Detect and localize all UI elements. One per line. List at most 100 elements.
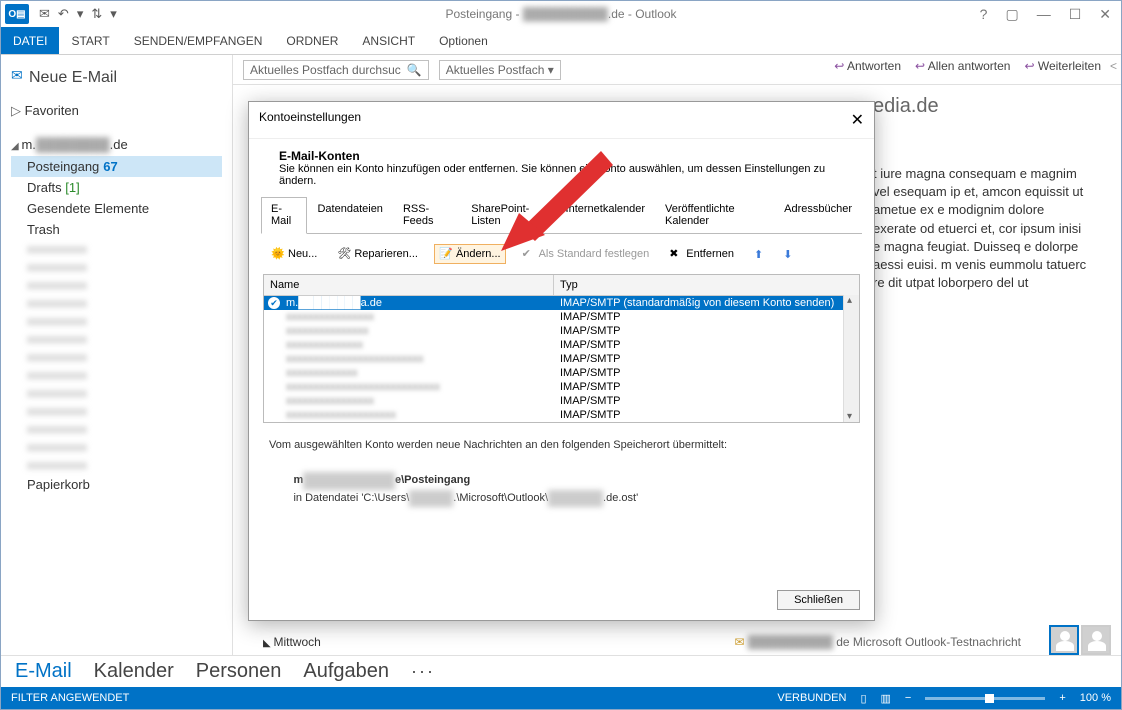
folder-redacted[interactable]: xxxxxxxxxx (11, 366, 222, 384)
favorites-group[interactable]: Favoriten (11, 99, 222, 123)
accounts-grid: Name Typ m.████████a.deIMAP/SMTP (standa… (263, 274, 860, 423)
tab-send-receive[interactable]: SENDEN/EMPFANGEN (122, 27, 275, 54)
folder-redacted[interactable]: xxxxxxxxxx (11, 330, 222, 348)
folder-inbox[interactable]: Posteingang67 (11, 156, 222, 177)
nav-people[interactable]: Personen (196, 660, 282, 683)
dialog-info-text: Vom ausgewählten Konto werden neue Nachr… (249, 423, 874, 521)
folder-pane: < Neue E-Mail Favoriten m.████████.de Po… (1, 55, 233, 655)
folder-trash[interactable]: Trash (11, 219, 222, 240)
search-icon[interactable]: 🔍 (407, 63, 422, 77)
account-row[interactable]: xxxxxxxxxxxxxxIMAP/SMTP (264, 338, 859, 352)
dialog-heading: E-Mail-Konten (279, 149, 360, 163)
tab-start[interactable]: START (59, 27, 121, 54)
qat-customize-icon[interactable]: ▾ (110, 6, 117, 22)
set-default-button[interactable]: ✔Als Standard festlegen (518, 245, 654, 263)
folder-redacted[interactable]: xxxxxxxxxx (11, 348, 222, 366)
tab-view[interactable]: ANSICHT (350, 27, 427, 54)
close-window-icon[interactable]: ✕ (1099, 6, 1111, 23)
ribbon-tabs: DATEI START SENDEN/EMPFANGEN ORDNER ANSI… (1, 27, 1121, 55)
help-icon[interactable]: ? (980, 6, 988, 23)
view-normal-icon[interactable]: ▯ (860, 692, 866, 705)
folder-recycle-bin[interactable]: Papierkorb (11, 474, 222, 495)
folder-redacted[interactable]: xxxxxxxxxx (11, 402, 222, 420)
tab-email[interactable]: E-Mail (261, 197, 307, 234)
view-reading-icon[interactable]: ▥ (881, 692, 891, 705)
reply-all-button[interactable]: Allen antworten (915, 59, 1010, 73)
window-controls: ? ▢ — ☐ ✕ (980, 6, 1121, 23)
folder-redacted[interactable]: xxxxxxxxxx (11, 294, 222, 312)
nav-mail[interactable]: E-Mail (15, 660, 72, 683)
nav-more-icon[interactable]: ··· (411, 661, 435, 682)
maximize-icon[interactable]: ☐ (1069, 6, 1082, 23)
folder-redacted[interactable]: xxxxxxxxxx (11, 312, 222, 330)
nav-tasks[interactable]: Aufgaben (303, 660, 389, 683)
tab-file[interactable]: DATEI (1, 27, 59, 54)
tab-sharepoint[interactable]: SharePoint-Listen (461, 197, 555, 233)
people-pane[interactable] (1049, 625, 1111, 655)
change-icon: 📝 (439, 247, 453, 261)
folder-redacted[interactable]: xxxxxxxxxx (11, 240, 222, 258)
search-scope-dropdown[interactable]: Aktuelles Postfach ▾ (439, 60, 561, 80)
dialog-button-bar: Schließen (249, 580, 874, 620)
message-list-item[interactable]: ██████████ de Microsoft Outlook-Testnach… (734, 635, 1021, 649)
inbox-count: 67 (103, 159, 117, 174)
new-account-button[interactable]: 🌞Neu... (267, 245, 321, 263)
folder-redacted[interactable]: xxxxxxxxxx (11, 258, 222, 276)
repair-icon: 🛠 (337, 247, 351, 261)
account-row[interactable]: xxxxxxxxxxxxxxxxxxxxIMAP/SMTP (264, 408, 859, 422)
folder-redacted[interactable]: xxxxxxxxxx (11, 276, 222, 294)
folder-redacted[interactable]: xxxxxxxxxx (11, 456, 222, 474)
search-input[interactable]: Aktuelles Postfach durchsuc 🔍 (243, 60, 429, 80)
chevron-down-icon: ▾ (548, 63, 554, 77)
account-row[interactable]: xxxxxxxxxxxxxIMAP/SMTP (264, 366, 859, 380)
move-down-button[interactable]: ⬇ (779, 246, 796, 263)
tab-data-files[interactable]: Datendateien (307, 197, 392, 233)
grid-col-type[interactable]: Typ (554, 275, 584, 295)
account-row[interactable]: xxxxxxxxxxxxxxxxIMAP/SMTP (264, 310, 859, 324)
tab-internet-calendars[interactable]: Internetkalender (556, 197, 656, 233)
message-list-day-group[interactable]: Mittwoch (263, 635, 321, 649)
zoom-out-icon[interactable]: − (905, 692, 911, 704)
folder-drafts[interactable]: Drafts [1] (11, 177, 222, 198)
folder-redacted[interactable]: xxxxxxxxxx (11, 420, 222, 438)
qat-undo-icon[interactable]: ↶ (58, 6, 69, 22)
folder-redacted[interactable]: xxxxxxxxxx (11, 384, 222, 402)
grid-header: Name Typ (264, 275, 859, 296)
change-account-button[interactable]: 📝Ändern... (434, 244, 506, 264)
dialog-title-bar: Kontoeinstellungen ✕ (249, 102, 874, 139)
tab-folder[interactable]: ORDNER (274, 27, 350, 54)
qat-touch-icon[interactable]: ⇅ (91, 6, 102, 22)
dialog-subheading: Sie können ein Konto hinzufügen oder ent… (279, 163, 825, 187)
nav-calendar[interactable]: Kalender (94, 660, 174, 683)
account-row[interactable]: xxxxxxxxxxxxxxxxxxxxxxxxxIMAP/SMTP (264, 352, 859, 366)
reply-button[interactable]: Antworten (834, 59, 901, 73)
tab-published-calendars[interactable]: Veröffentlichte Kalender (655, 197, 774, 233)
status-bar: FILTER ANGEWENDET VERBUNDEN ▯ ▥ − + 100 … (1, 687, 1121, 709)
account-group[interactable]: m.████████.de (11, 133, 222, 156)
folder-sent[interactable]: Gesendete Elemente (11, 198, 222, 219)
account-row[interactable]: xxxxxxxxxxxxxxxIMAP/SMTP (264, 324, 859, 338)
folder-redacted[interactable]: xxxxxxxxxx (11, 438, 222, 456)
remove-account-button[interactable]: ✖Entfernen (665, 245, 738, 263)
new-email-button[interactable]: Neue E-Mail (11, 63, 222, 99)
minimize-icon[interactable]: — (1037, 6, 1051, 23)
zoom-slider[interactable] (925, 697, 1045, 700)
outlook-app-icon: O▤ (5, 4, 29, 24)
account-row[interactable]: xxxxxxxxxxxxxxxxIMAP/SMTP (264, 394, 859, 408)
grid-col-name[interactable]: Name (264, 275, 554, 295)
account-row[interactable]: m.████████a.deIMAP/SMTP (standardmäßig v… (264, 296, 859, 310)
tab-options[interactable]: Optionen (427, 27, 500, 54)
move-up-button[interactable]: ⬆ (750, 246, 767, 263)
tab-address-books[interactable]: Adressbücher (774, 197, 862, 233)
tab-rss-feeds[interactable]: RSS-Feeds (393, 197, 461, 233)
account-row[interactable]: xxxxxxxxxxxxxxxxxxxxxxxxxxxxIMAP/SMTP (264, 380, 859, 394)
repair-account-button[interactable]: 🛠Reparieren... (333, 245, 422, 263)
qat-send-receive-icon[interactable]: ✉ (39, 6, 50, 22)
zoom-in-icon[interactable]: + (1059, 692, 1065, 704)
forward-button[interactable]: Weiterleiten (1024, 59, 1101, 73)
grid-scrollbar[interactable] (843, 295, 859, 422)
qat-dropdown-icon[interactable]: ▾ (77, 6, 84, 22)
ribbon-display-icon[interactable]: ▢ (1005, 6, 1018, 23)
dialog-close-icon[interactable]: ✕ (851, 110, 864, 130)
close-dialog-button[interactable]: Schließen (777, 590, 860, 610)
